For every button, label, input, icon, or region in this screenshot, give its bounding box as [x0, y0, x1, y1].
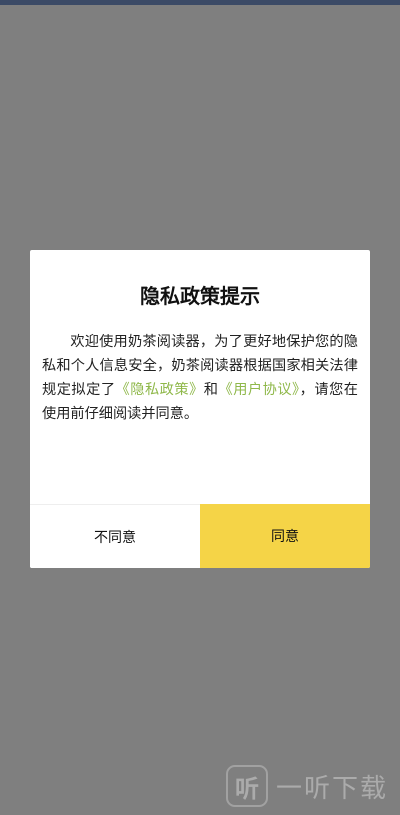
user-agreement-link[interactable]: 《用户协议》 [219, 382, 300, 398]
disagree-button[interactable]: 不同意 [30, 504, 200, 568]
app-screen: 隐私政策提示 欢迎使用奶茶阅读器，为了更好地保护您的隐私和个人信息安全，奶茶阅读… [0, 0, 400, 815]
message-text-and: 和 [203, 382, 219, 398]
dialog-buttons: 不同意 同意 [30, 504, 370, 568]
privacy-policy-dialog: 隐私政策提示 欢迎使用奶茶阅读器，为了更好地保护您的隐私和个人信息安全，奶茶阅读… [30, 250, 370, 568]
dialog-title: 隐私政策提示 [140, 284, 260, 308]
dialog-message: 欢迎使用奶茶阅读器，为了更好地保护您的隐私和个人信息安全，奶茶阅读器根据国家相关… [42, 330, 358, 426]
watermark: 听 一听下载 [225, 765, 388, 807]
watermark-text: 一听下载 [275, 773, 388, 804]
privacy-policy-link[interactable]: 《隐私政策》 [116, 382, 204, 398]
watermark-logo-icon: 听 [225, 765, 268, 807]
agree-button[interactable]: 同意 [200, 504, 370, 568]
